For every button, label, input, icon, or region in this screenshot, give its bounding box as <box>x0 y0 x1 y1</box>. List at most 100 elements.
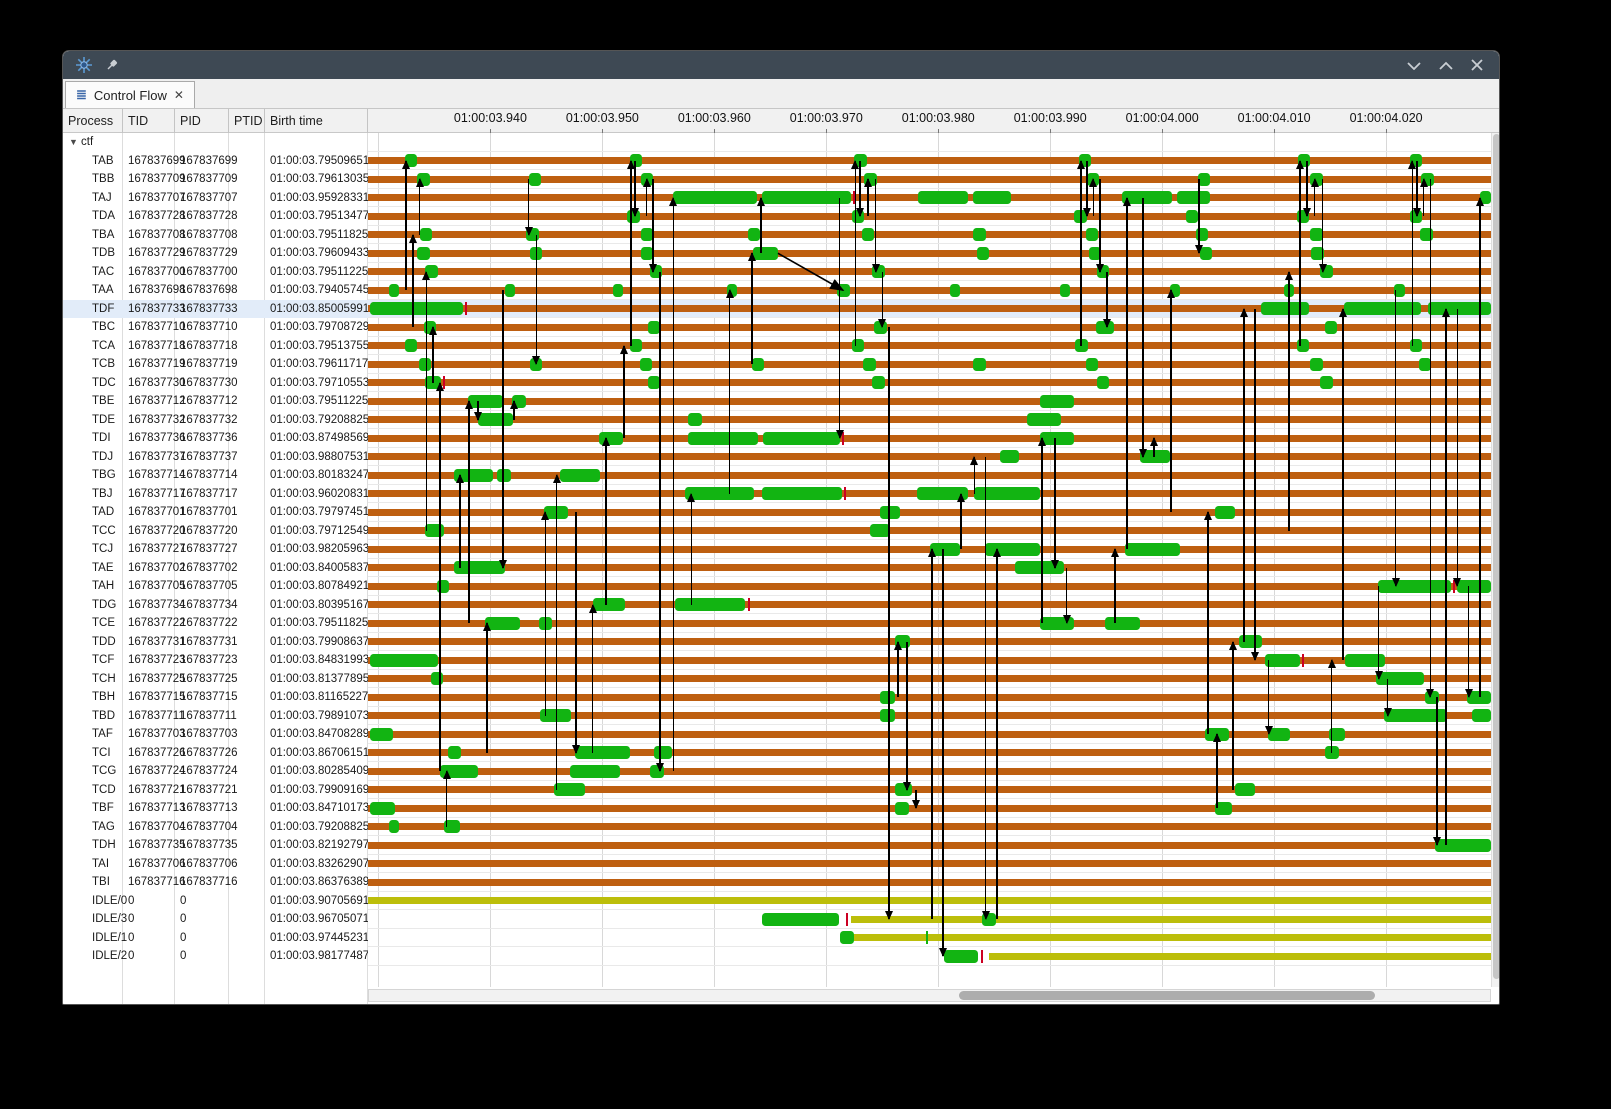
process-row[interactable]: TCC16783772016783772001:00:03.797125499 <box>63 522 368 541</box>
birth-time-value: 01:00:03.874985699 <box>270 432 376 444</box>
pin-icon[interactable] <box>101 55 123 75</box>
process-row[interactable]: TDH16783773516783773501:00:03.821927979 <box>63 836 368 855</box>
process-name: TCJ <box>92 543 113 555</box>
process-row[interactable]: IDLE/00001:00:03.907056919 <box>63 892 368 911</box>
process-name: TCF <box>92 654 114 666</box>
process-row[interactable]: TAJ16783770716783770701:00:03.959283319 <box>63 189 368 208</box>
window-titlebar[interactable] <box>63 51 1499 79</box>
process-row[interactable]: TBC16783771016783771001:00:03.797087299 <box>63 318 368 337</box>
birth-time-value: 01:00:03.867061519 <box>270 747 376 759</box>
process-name: IDLE/2 <box>92 950 127 962</box>
tid-value: 0 <box>128 913 134 925</box>
process-name: TCA <box>92 340 115 352</box>
process-row[interactable]: TCJ16783772716783772701:00:03.982059639 <box>63 540 368 559</box>
process-row[interactable]: TCE16783772216783772201:00:03.795118259 <box>63 614 368 633</box>
timeline-chart[interactable] <box>368 133 1491 987</box>
expand-window-icon[interactable] <box>1439 61 1453 70</box>
process-row[interactable]: TDG16783773416783773401:00:03.803951679 <box>63 596 368 615</box>
tid-value: 167837701 <box>128 506 186 518</box>
process-row[interactable]: IDLE/20001:00:03.981774879 <box>63 947 368 966</box>
process-name: TDD <box>92 636 116 648</box>
process-row[interactable]: TDC16783773016783773001:00:03.797105539 <box>63 374 368 393</box>
tab-label: Control Flow <box>94 88 167 103</box>
tab-close-icon[interactable]: ✕ <box>174 88 184 102</box>
process-row[interactable]: TAC16783770016783770001:00:03.795112259 <box>63 263 368 282</box>
tid-value: 167837722 <box>128 617 186 629</box>
process-row[interactable]: TBE16783771216783771201:00:03.795112259 <box>63 392 368 411</box>
process-row[interactable]: TAA16783769816783769801:00:03.794057459 <box>63 281 368 300</box>
process-row[interactable]: TBG16783771416783771401:00:03.801832479 <box>63 466 368 485</box>
process-row[interactable]: TAB16783769916783769901:00:03.795096519 <box>63 152 368 171</box>
close-window-icon[interactable] <box>1471 59 1483 71</box>
process-name: TAF <box>92 728 113 740</box>
tid-value: 0 <box>128 932 134 944</box>
process-row[interactable]: TBD16783771116783771101:00:03.798910739 <box>63 707 368 726</box>
birth-time-value: 01:00:03.811652279 <box>270 691 375 703</box>
tid-value: 167837724 <box>128 765 186 777</box>
process-row[interactable]: TBF16783771316783771301:00:03.847101739 <box>63 799 368 818</box>
process-row[interactable]: IDLE/10001:00:03.974452319 <box>63 929 368 948</box>
tid-value: 167837708 <box>128 229 186 241</box>
process-row[interactable]: TBH16783771516783771501:00:03.811652279 <box>63 688 368 707</box>
process-row[interactable]: TBI16783771616783771601:00:03.863763899 <box>63 873 368 892</box>
process-row[interactable]: TCD16783772116783772101:00:03.799091699 <box>63 781 368 800</box>
process-row[interactable]: TBJ16783771716783771701:00:03.960208319 <box>63 485 368 504</box>
process-row[interactable]: TAH16783770516783770501:00:03.807849219 <box>63 577 368 596</box>
process-row[interactable]: TCG16783772416783772401:00:03.802854099 <box>63 762 368 781</box>
vertical-scrollbar-thumb[interactable] <box>1493 134 1500 979</box>
process-row[interactable]: TAD16783770116783770101:00:03.797974519 <box>63 503 368 522</box>
horizontal-scrollbar[interactable] <box>368 989 1491 1002</box>
birth-time-value: 01:00:03.795118259 <box>270 229 375 241</box>
column-header-tid[interactable]: TID <box>123 109 175 133</box>
process-row[interactable]: TCH16783772516783772501:00:03.813778959 <box>63 670 368 689</box>
column-header-birth-time[interactable]: Birth time <box>265 109 368 133</box>
collapse-window-icon[interactable] <box>1407 61 1421 70</box>
process-row[interactable]: TCF16783772316783772301:00:03.848319939 <box>63 651 368 670</box>
time-axis[interactable]: 01:00:03.94001:00:03.95001:00:03.96001:0… <box>368 109 1491 133</box>
tid-value: 167837734 <box>128 599 186 611</box>
control-flow-view-icon: ≣ <box>76 87 87 103</box>
process-row[interactable]: TAI16783770616783770601:00:03.832629079 <box>63 855 368 874</box>
process-row[interactable]: TDD16783773116783773101:00:03.799086379 <box>63 633 368 652</box>
process-row[interactable]: TBA16783770816783770801:00:03.795118259 <box>63 226 368 245</box>
process-name: IDLE/1 <box>92 932 127 944</box>
vertical-scrollbar[interactable] <box>1491 133 1500 987</box>
axis-label: 01:00:03.990 <box>1014 111 1087 125</box>
column-header-ptid[interactable]: PTID <box>229 109 265 133</box>
trace-group-row[interactable]: ▼ctf <box>63 133 368 152</box>
process-row[interactable]: TCA16783771816783771801:00:03.795137559 <box>63 337 368 356</box>
process-row[interactable]: IDLE/30001:00:03.967050719 <box>63 910 368 929</box>
tid-value: 167837709 <box>128 173 186 185</box>
axis-label: 01:00:04.010 <box>1238 111 1311 125</box>
column-header-pid[interactable]: PID <box>175 109 229 133</box>
pid-value: 0 <box>180 932 186 944</box>
birth-time-value: 01:00:03.863763899 <box>270 876 376 888</box>
process-row[interactable]: TDE16783773216783773201:00:03.792088259 <box>63 411 368 430</box>
process-row[interactable]: TDJ16783773716783773701:00:03.988075319 <box>63 448 368 467</box>
process-row[interactable]: TDB16783772916783772901:00:03.796094339 <box>63 244 368 263</box>
column-header-process[interactable]: Process <box>63 109 123 133</box>
birth-time-value: 01:00:03.794057459 <box>270 284 376 296</box>
horizontal-scrollbar-thumb[interactable] <box>959 991 1375 1000</box>
process-row[interactable]: TDF16783773316783773301:00:03.850059919 <box>63 300 368 319</box>
pid-value: 167837709 <box>180 173 238 185</box>
process-row[interactable]: TAG16783770416783770401:00:03.792088259 <box>63 818 368 837</box>
tid-value: 167837700 <box>128 266 186 278</box>
expand-collapse-icon[interactable]: ▼ <box>69 137 78 147</box>
birth-time-value: 01:00:03.795134779 <box>270 210 376 222</box>
process-name: TAA <box>92 284 114 296</box>
process-row[interactable]: TAE16783770216783770201:00:03.840058379 <box>63 559 368 578</box>
process-row[interactable]: TCI16783772616783772601:00:03.867061519 <box>63 744 368 763</box>
birth-time-value: 01:00:03.797125499 <box>270 525 376 537</box>
pid-value: 167837722 <box>180 617 238 629</box>
process-row[interactable]: TDI16783773616783773601:00:03.874985699 <box>63 429 368 448</box>
tab-control-flow[interactable]: ≣ Control Flow ✕ <box>65 81 195 108</box>
process-row[interactable]: TAF16783770316783770301:00:03.847082899 <box>63 725 368 744</box>
process-row[interactable]: TCB16783771916783771901:00:03.796117179 <box>63 355 368 374</box>
process-name: TDJ <box>92 451 113 463</box>
birth-time-value: 01:00:03.799091699 <box>270 784 376 796</box>
process-row[interactable]: TBB16783770916783770901:00:03.796130359 <box>63 170 368 189</box>
pid-value: 167837736 <box>180 432 238 444</box>
process-row[interactable]: TDA16783772816783772801:00:03.795134779 <box>63 207 368 226</box>
birth-time-value: 01:00:03.795112259 <box>270 395 375 407</box>
